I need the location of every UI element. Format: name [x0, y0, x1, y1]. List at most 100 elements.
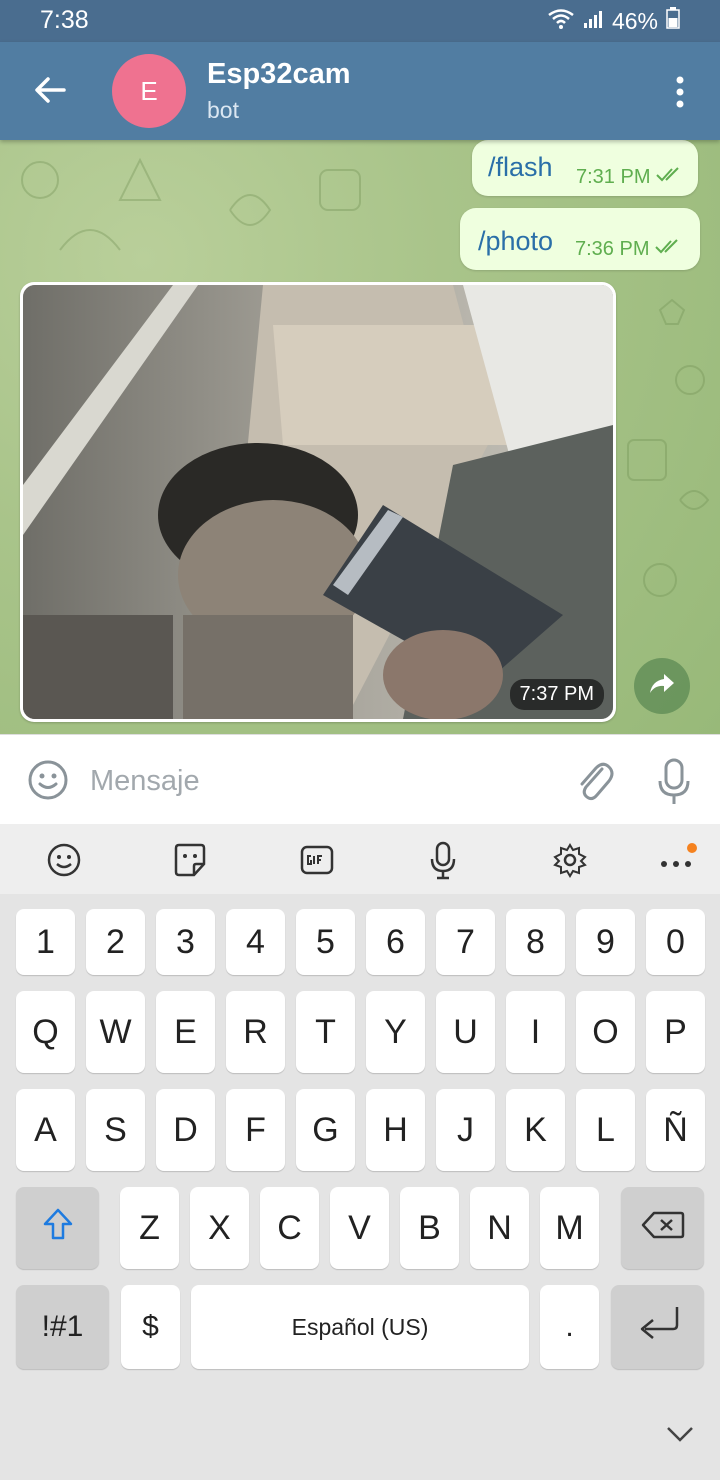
key-n[interactable]: N — [470, 1187, 529, 1269]
key-label: K — [524, 1110, 547, 1149]
key-9[interactable]: 9 — [576, 909, 635, 975]
message-time: 7:31 PM — [576, 166, 651, 188]
voice-input-icon[interactable] — [421, 838, 465, 882]
backspace-key[interactable] — [621, 1187, 704, 1269]
space-key[interactable]: Español (US) — [191, 1285, 529, 1369]
key-label: J — [457, 1110, 474, 1149]
key-label: L — [596, 1110, 615, 1149]
key-label: O — [592, 1012, 619, 1051]
shift-key[interactable] — [16, 1187, 99, 1269]
dollar-key[interactable]: $ — [121, 1285, 180, 1369]
key-u[interactable]: U — [436, 991, 495, 1073]
key-a[interactable]: A — [16, 1089, 75, 1171]
message-input[interactable]: Mensaje — [90, 765, 200, 798]
more-options-icon[interactable] — [656, 838, 700, 882]
message-time: 7:36 PM — [575, 238, 650, 260]
shift-arrow-icon — [42, 1207, 74, 1250]
key-n-tilde[interactable]: Ñ — [646, 1089, 705, 1171]
key-k[interactable]: K — [506, 1089, 565, 1171]
emoji-keyboard-icon[interactable] — [42, 838, 86, 882]
microphone-icon[interactable] — [656, 757, 692, 807]
message-meta: 7:31 PM — [576, 166, 684, 189]
key-label: 6 — [386, 922, 405, 961]
photo-message[interactable]: 7:37 PM — [20, 282, 616, 722]
key-label: 0 — [666, 922, 685, 961]
key-t[interactable]: T — [296, 991, 355, 1073]
key-e[interactable]: E — [156, 991, 215, 1073]
key-2[interactable]: 2 — [86, 909, 145, 975]
double-check-icon — [655, 238, 683, 261]
key-1[interactable]: 1 — [16, 909, 75, 975]
avatar-letter: E — [140, 75, 158, 106]
key-label: Español (US) — [291, 1313, 429, 1340]
key-label: A — [34, 1110, 57, 1149]
key-z[interactable]: Z — [120, 1187, 179, 1269]
key-c[interactable]: C — [260, 1187, 319, 1269]
paperclip-icon[interactable] — [574, 757, 614, 803]
message-composer: Mensaje — [0, 734, 720, 825]
key-5[interactable]: 5 — [296, 909, 355, 975]
key-label: 5 — [316, 922, 335, 961]
key-r[interactable]: R — [226, 991, 285, 1073]
key-w[interactable]: W — [86, 991, 145, 1073]
chat-title[interactable]: Esp32cam — [207, 58, 351, 91]
forward-button[interactable] — [634, 658, 690, 714]
settings-gear-icon[interactable] — [548, 838, 592, 882]
key-3[interactable]: 3 — [156, 909, 215, 975]
photo-image[interactable] — [23, 285, 613, 719]
period-key[interactable]: . — [540, 1285, 599, 1369]
key-d[interactable]: D — [156, 1089, 215, 1171]
emoji-icon[interactable] — [27, 759, 69, 801]
message-bubble[interactable]: /flash 7:31 PM — [472, 140, 698, 196]
key-g[interactable]: G — [296, 1089, 355, 1171]
key-7[interactable]: 7 — [436, 909, 495, 975]
key-label: P — [664, 1012, 687, 1051]
key-s[interactable]: S — [86, 1089, 145, 1171]
key-label: Z — [139, 1208, 160, 1247]
key-p[interactable]: P — [646, 991, 705, 1073]
avatar[interactable]: E — [112, 54, 186, 128]
key-q[interactable]: Q — [16, 991, 75, 1073]
key-label: X — [208, 1208, 231, 1247]
key-label: I — [530, 1012, 541, 1051]
key-j[interactable]: J — [436, 1089, 495, 1171]
key-v[interactable]: V — [330, 1187, 389, 1269]
hide-keyboard-chevron-icon[interactable] — [664, 1424, 696, 1449]
key-8[interactable]: 8 — [506, 909, 565, 975]
more-options-icon[interactable] — [670, 72, 690, 112]
key-6[interactable]: 6 — [366, 909, 425, 975]
key-label: 7 — [456, 922, 475, 961]
key-l[interactable]: L — [576, 1089, 635, 1171]
symbols-key[interactable]: !#1 — [16, 1285, 109, 1369]
key-label: 8 — [526, 922, 545, 961]
gif-icon[interactable] — [295, 838, 339, 882]
chat-subtitle: bot — [207, 97, 239, 123]
key-label: U — [453, 1012, 478, 1051]
key-h[interactable]: H — [366, 1089, 425, 1171]
keyboard-toolbar — [0, 824, 720, 894]
message-bubble[interactable]: /photo 7:36 PM — [460, 208, 700, 270]
key-b[interactable]: B — [400, 1187, 459, 1269]
chat-header: E Esp32cam bot — [0, 42, 720, 140]
key-label: C — [277, 1208, 302, 1247]
back-arrow-icon[interactable] — [30, 70, 70, 110]
key-4[interactable]: 4 — [226, 909, 285, 975]
message-meta: 7:36 PM — [575, 238, 683, 261]
key-o[interactable]: O — [576, 991, 635, 1073]
sticker-icon[interactable] — [168, 838, 212, 882]
message-text: /flash — [488, 152, 553, 182]
key-x[interactable]: X — [190, 1187, 249, 1269]
key-m[interactable]: M — [540, 1187, 599, 1269]
message-text: /photo — [478, 226, 554, 256]
chat-area[interactable]: /flash 7:31 PM /photo 7:36 PM 7:37 PM — [0, 140, 720, 734]
battery-icon — [666, 7, 680, 35]
double-check-icon — [656, 166, 684, 189]
key-f[interactable]: F — [226, 1089, 285, 1171]
key-label: 1 — [36, 922, 55, 961]
enter-key[interactable] — [611, 1285, 704, 1369]
key-0[interactable]: 0 — [646, 909, 705, 975]
signal-icon — [582, 8, 604, 35]
key-i[interactable]: I — [506, 991, 565, 1073]
key-label: 4 — [246, 922, 265, 961]
key-y[interactable]: Y — [366, 991, 425, 1073]
